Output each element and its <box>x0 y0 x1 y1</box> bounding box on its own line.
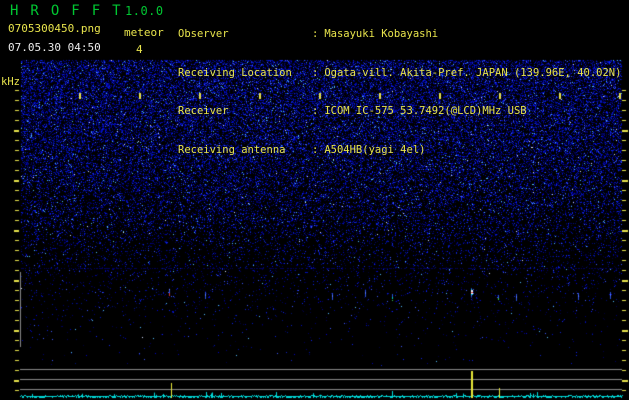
info-separator: : <box>312 27 319 40</box>
app-title: HROFFT <box>10 3 133 19</box>
info-label: Receiver <box>178 105 229 118</box>
info-separator: : <box>312 66 319 79</box>
datetime-label: 07.05.30 04:50 <box>8 41 101 54</box>
info-value: ICOM IC-575 53.7492(@LCD)MHz USB <box>324 105 527 118</box>
meteor-count: 4 <box>136 43 143 56</box>
info-row-location: Receiving Location: Ogata-vill. Akita-Pre… <box>178 67 621 80</box>
info-label: Observer <box>178 27 229 40</box>
info-row-antenna: Receiving antenna: A504HB(yagi 4el) <box>178 144 621 157</box>
info-row-observer: Observer: Masayuki Kobayashi <box>178 28 621 41</box>
info-row-receiver: Receiver: ICOM IC-575 53.7492(@LCD)MHz US… <box>178 105 621 118</box>
info-separator: : <box>312 143 319 156</box>
info-label: Receiving Location <box>178 66 292 79</box>
station-info: Observer: Masayuki Kobayashi Receiving Lo… <box>178 2 621 183</box>
info-value: Masayuki Kobayashi <box>324 27 439 40</box>
filename-label: 0705300450.png <box>8 22 101 35</box>
info-value: Ogata-vill. Akita-Pref. JAPAN (139.96E, … <box>324 66 622 79</box>
hrofft-screen: HROFFT 1.0.0 0705300450.png meteor 07.05… <box>0 0 629 400</box>
khz-axis-label: kHz <box>1 76 20 88</box>
info-value: A504HB(yagi 4el) <box>324 143 426 156</box>
app-version: 1.0.0 <box>125 4 164 18</box>
info-separator: : <box>312 105 319 118</box>
info-label: Receiving antenna <box>178 143 286 156</box>
mode-label: meteor <box>124 26 164 39</box>
